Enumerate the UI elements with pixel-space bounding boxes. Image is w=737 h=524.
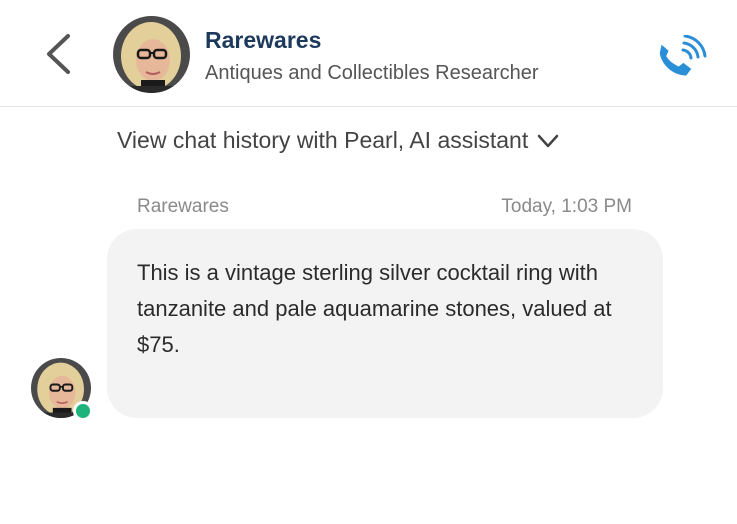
message-bubble: This is a vintage sterling silver cockta…: [107, 229, 663, 418]
avatar[interactable]: [113, 16, 190, 93]
phone-ringing-icon: [659, 34, 707, 76]
contact-name: Rarewares: [205, 27, 322, 53]
back-button[interactable]: [36, 30, 80, 78]
chevron-left-icon: [47, 34, 70, 74]
contact-subtitle: Antiques and Collectibles Researcher: [205, 62, 539, 84]
call-button[interactable]: [655, 34, 707, 79]
chevron-down-icon: [536, 133, 560, 149]
message-text: This is a vintage sterling silver cockta…: [137, 260, 612, 357]
message-sender: Rarewares: [137, 196, 229, 217]
view-chat-history-toggle[interactable]: View chat history with Pearl, AI assista…: [117, 127, 560, 154]
history-label: View chat history with Pearl, AI assista…: [117, 127, 529, 153]
chat-header: Rarewares Antiques and Collectibles Rese…: [0, 0, 737, 107]
online-status-dot: [73, 401, 93, 421]
message-timestamp: Today, 1:03 PM: [501, 196, 632, 217]
